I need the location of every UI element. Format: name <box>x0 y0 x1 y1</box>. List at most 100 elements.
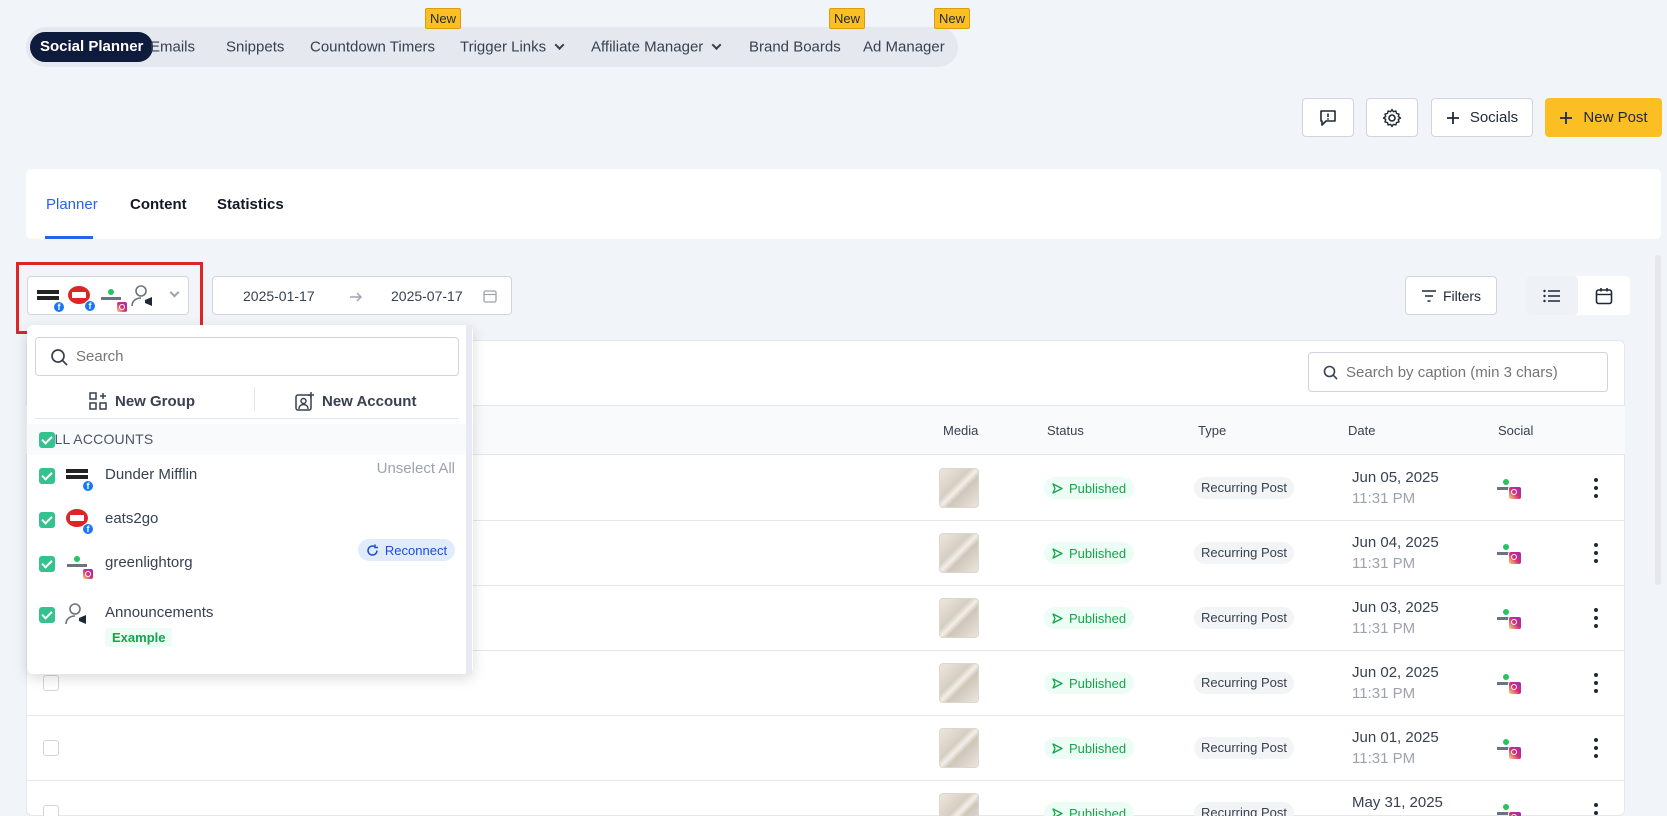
account-name[interactable]: Announcements <box>105 604 213 621</box>
tab-planner[interactable]: Planner <box>46 196 98 213</box>
nav-countdown-timers[interactable]: Countdown Timers <box>310 39 435 56</box>
account-checkbox[interactable] <box>39 468 55 484</box>
reconnect-button[interactable]: Reconnect <box>358 539 455 561</box>
settings-button[interactable] <box>1366 98 1418 137</box>
row-menu-button[interactable] <box>1593 478 1599 498</box>
row-menu-button[interactable] <box>1593 543 1599 563</box>
media-thumbnail[interactable] <box>939 598 979 638</box>
end-date[interactable]: 2025-07-17 <box>391 288 463 304</box>
account-name[interactable]: eats2go <box>105 510 158 527</box>
page-scrollbar[interactable] <box>1655 255 1661 585</box>
account-search[interactable] <box>35 337 459 376</box>
instagram-icon <box>1508 811 1522 816</box>
plus-icon <box>1560 111 1573 124</box>
instagram-icon <box>1508 551 1522 565</box>
instagram-icon <box>1508 616 1522 630</box>
divider <box>254 387 255 411</box>
post-time: 11:31 PM <box>1352 490 1416 507</box>
nav-snippets[interactable]: Snippets <box>226 39 284 56</box>
status-badge: Published <box>1044 607 1135 629</box>
media-thumbnail[interactable] <box>939 728 979 768</box>
send-icon <box>1052 807 1063 816</box>
nav-affiliate-manager[interactable]: Affiliate Manager <box>591 39 722 56</box>
list-icon <box>1543 289 1560 302</box>
calendar-icon <box>483 290 497 303</box>
column-status: Status <box>1047 423 1084 438</box>
column-media: Media <box>943 423 979 438</box>
row-checkbox[interactable] <box>43 740 59 756</box>
media-thumbnail[interactable] <box>939 468 979 508</box>
status-badge: Published <box>1044 477 1135 499</box>
row-menu-button[interactable] <box>1593 608 1599 628</box>
search-icon <box>51 348 68 366</box>
row-menu-button[interactable] <box>1593 738 1599 758</box>
view-toggle <box>1526 276 1630 315</box>
all-accounts-heading: ALL ACCOUNTS <box>27 424 473 455</box>
account-name[interactable]: Dunder Mifflin <box>105 466 197 483</box>
nav-emails[interactable]: Emails <box>150 39 195 56</box>
start-date[interactable]: 2025-01-17 <box>243 288 315 304</box>
list-view-button[interactable] <box>1526 276 1578 315</box>
filters-button[interactable]: Filters <box>1405 276 1497 315</box>
post-date: Jun 03, 2025 <box>1352 599 1439 616</box>
refresh-icon <box>367 544 378 556</box>
select-all-checkbox[interactable] <box>39 432 55 448</box>
send-icon <box>1052 612 1063 624</box>
nav-social-planner[interactable]: Social Planner <box>30 32 154 62</box>
new-account-button[interactable]: New Account <box>295 392 416 411</box>
account-search-input[interactable] <box>76 348 446 365</box>
table-row[interactable]: Published Recurring Post Jun 01, 2025 11:31… <box>26 716 1625 781</box>
top-nav: Social Planner Emails Snippets Countdown… <box>26 27 958 67</box>
facebook-icon: f <box>82 480 94 492</box>
row-menu-button[interactable] <box>1593 803 1599 816</box>
dropdown-actions: New Group New Account <box>35 383 459 419</box>
chevron-down-icon <box>711 40 722 50</box>
account-name[interactable]: greenlightorg <box>105 554 193 571</box>
caption-search-input[interactable] <box>1346 363 1596 381</box>
type-badge: Recurring Post <box>1194 607 1294 629</box>
account-checkbox[interactable] <box>39 607 55 623</box>
calendar-view-button[interactable] <box>1578 276 1630 315</box>
gear-icon <box>1382 108 1402 127</box>
active-tab-indicator <box>45 236 93 239</box>
new-badge: New <box>934 8 971 29</box>
post-date: Jun 05, 2025 <box>1352 469 1439 486</box>
account-checkbox[interactable] <box>39 556 55 572</box>
column-social: Social <box>1498 423 1534 438</box>
media-thumbnail[interactable] <box>939 533 979 573</box>
type-badge: Recurring Post <box>1194 672 1294 694</box>
group-icon <box>89 392 107 410</box>
eats2go-avatar: f <box>64 505 94 535</box>
nav-ad-manager[interactable]: Ad Manager <box>863 39 945 56</box>
tab-content[interactable]: Content <box>130 196 187 213</box>
new-group-button[interactable]: New Group <box>89 392 195 410</box>
row-checkbox[interactable] <box>43 805 59 816</box>
post-time: 11:31 PM <box>1352 620 1416 637</box>
account-checkbox[interactable] <box>39 512 55 528</box>
type-badge: Recurring Post <box>1194 542 1294 564</box>
row-checkbox[interactable] <box>43 675 59 691</box>
instagram-icon <box>1508 486 1522 500</box>
media-thumbnail[interactable] <box>939 663 979 703</box>
media-thumbnail[interactable] <box>939 793 979 816</box>
post-time: 11:31 PM <box>1352 750 1416 767</box>
row-menu-button[interactable] <box>1593 673 1599 693</box>
nav-trigger-links[interactable]: Trigger Links <box>460 39 565 56</box>
post-time: 11:31 PM <box>1352 685 1416 702</box>
date-range-picker[interactable]: 2025-01-17 2025-07-17 <box>212 276 512 315</box>
nav-brand-boards[interactable]: Brand Boards <box>749 39 841 56</box>
tabs-card: Planner Content Statistics <box>26 169 1661 239</box>
tab-statistics[interactable]: Statistics <box>217 196 284 213</box>
dropdown-scrollbar[interactable] <box>466 325 472 674</box>
caption-search[interactable] <box>1308 352 1608 392</box>
unselect-all-button[interactable]: Unselect All <box>377 460 455 477</box>
send-icon <box>1052 482 1063 494</box>
instagram-icon <box>82 568 94 580</box>
feedback-button[interactable] <box>1302 98 1354 137</box>
plus-icon <box>1446 111 1459 124</box>
new-post-button[interactable]: New Post <box>1545 98 1662 137</box>
table-row[interactable]: Published Recurring Post May 31, 2025 <box>26 781 1625 816</box>
post-date: Jun 02, 2025 <box>1352 664 1439 681</box>
greenlightorg-avatar <box>1494 736 1524 762</box>
add-socials-button[interactable]: Socials <box>1431 98 1533 137</box>
